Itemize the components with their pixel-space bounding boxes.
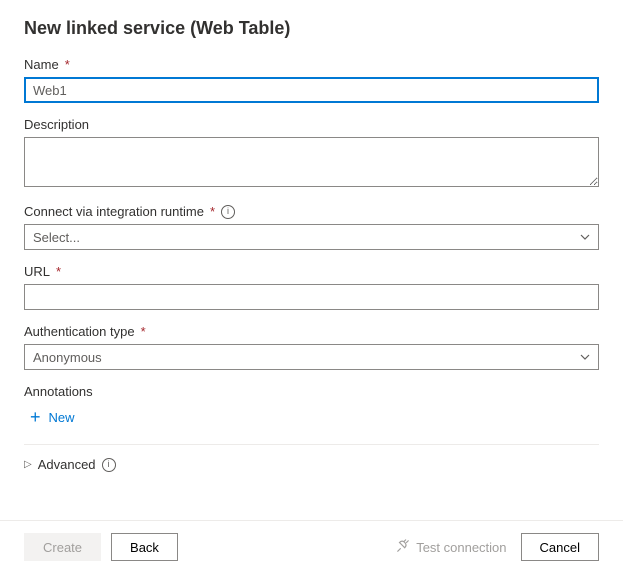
- runtime-select[interactable]: Select...: [24, 224, 599, 250]
- annotations-label: Annotations: [24, 384, 599, 399]
- required-asterisk: *: [56, 264, 61, 279]
- description-input[interactable]: [24, 137, 599, 187]
- required-asterisk: *: [210, 204, 215, 219]
- advanced-label: Advanced: [38, 457, 96, 472]
- cancel-button[interactable]: Cancel: [521, 533, 599, 561]
- back-button[interactable]: Back: [111, 533, 178, 561]
- add-annotation-button[interactable]: + New: [30, 404, 75, 430]
- page-title: New linked service (Web Table): [24, 18, 599, 39]
- footer-right: Test connection Cancel: [396, 533, 599, 561]
- create-button: Create: [24, 533, 101, 561]
- footer-left: Create Back: [24, 533, 178, 561]
- required-asterisk: *: [141, 324, 146, 339]
- chevron-right-icon: ▷: [24, 459, 32, 470]
- auth-selected-value: Anonymous: [33, 350, 102, 365]
- field-name: Name *: [24, 57, 599, 103]
- auth-label: Authentication type *: [24, 324, 599, 339]
- footer-bar: Create Back Test connection Cancel: [0, 520, 623, 573]
- linked-service-form: New linked service (Web Table) Name * De…: [0, 0, 623, 476]
- plug-icon: [396, 539, 410, 556]
- chevron-down-icon: [580, 352, 590, 362]
- test-connection-button: Test connection: [396, 539, 506, 556]
- name-label: Name *: [24, 57, 599, 72]
- field-annotations: Annotations + New: [24, 384, 599, 430]
- url-input[interactable]: [24, 284, 599, 310]
- required-asterisk: *: [65, 57, 70, 72]
- description-label: Description: [24, 117, 599, 132]
- name-input[interactable]: [24, 77, 599, 103]
- field-url: URL *: [24, 264, 599, 310]
- plus-icon: +: [30, 408, 41, 426]
- runtime-label-text: Connect via integration runtime: [24, 204, 204, 219]
- url-label-text: URL: [24, 264, 50, 279]
- advanced-toggle[interactable]: ▷ Advanced i: [24, 453, 116, 476]
- chevron-down-icon: [580, 232, 590, 242]
- field-description: Description: [24, 117, 599, 190]
- divider: [24, 444, 599, 445]
- info-icon[interactable]: i: [102, 458, 116, 472]
- auth-label-text: Authentication type: [24, 324, 135, 339]
- test-connection-label: Test connection: [416, 540, 506, 555]
- info-icon[interactable]: i: [221, 205, 235, 219]
- auth-select[interactable]: Anonymous: [24, 344, 599, 370]
- name-label-text: Name: [24, 57, 59, 72]
- field-auth: Authentication type * Anonymous: [24, 324, 599, 370]
- runtime-selected-value: Select...: [33, 230, 80, 245]
- add-annotation-label: New: [49, 410, 75, 425]
- runtime-label: Connect via integration runtime * i: [24, 204, 599, 219]
- url-label: URL *: [24, 264, 599, 279]
- field-runtime: Connect via integration runtime * i Sele…: [24, 204, 599, 250]
